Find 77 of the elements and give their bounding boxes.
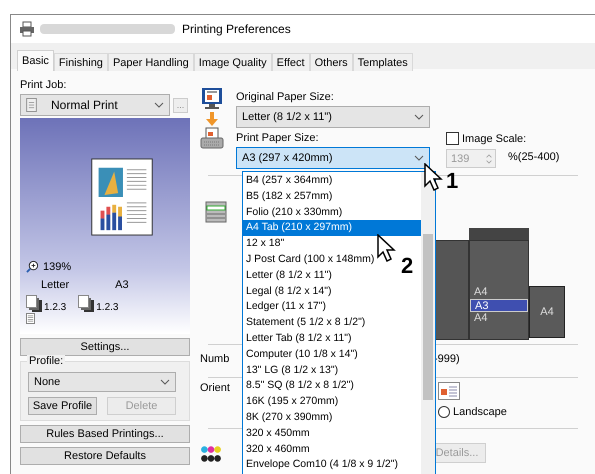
tab[interactable]: Effect [272,53,310,71]
tray-label[interactable]: A4 [470,312,528,325]
original-paper-size-label: Original Paper Size: [236,91,335,103]
scale-range-text: %(25-400) [508,150,560,162]
tray-label[interactable]: A3 [470,299,528,312]
chevron-icon [414,155,424,161]
callout-number: 1 [446,171,458,191]
page-stack-icon [78,295,96,313]
page-stack-icon [26,295,44,313]
print-job-select[interactable]: Normal Print [20,94,170,116]
dropdown-option[interactable]: 320 x 460mm [243,442,312,458]
dropdown-option[interactable]: J Post Card (100 x 148mm) [243,252,376,268]
monitor-icon [200,87,224,111]
dropdown-option[interactable]: 320 x 450mm [243,426,312,442]
document-icon [26,313,35,324]
dropdown-option[interactable]: Letter Tab (8 1/2 x 11") [243,330,354,347]
output-size-text: A3 [115,279,129,291]
dropdown-option[interactable]: Statement (5 1/2 x 8 1/2") [243,315,368,331]
profile-label: Profile: [27,355,66,367]
tab[interactable]: Paper Handling [108,53,194,71]
dropdown-option[interactable]: Legal (8 1/2 x 14") [243,284,334,300]
color-dots-icon [200,445,222,463]
dropdown-option[interactable]: A4 Tab (210 x 297mm) [243,220,421,236]
zoom-in-icon [26,260,39,273]
mouse-pointer-icon [377,234,397,262]
window-title: Printing Preferences [182,22,291,36]
dropdown-option[interactable]: 16K (195 x 270mm) [243,394,340,410]
print-paper-size-label: Print Paper Size: [236,132,320,144]
paper-tray-icon [204,200,228,224]
tray-label[interactable]: A4 [470,286,528,299]
collate-text: 1.2.3 [44,302,66,313]
dropdown-option[interactable]: Folio (210 x 330mm) [243,204,344,220]
dropdown-option[interactable]: 13" LG (8 1/2 x 13") [243,362,340,378]
rules-based-printings-button[interactable]: Rules Based Printings... [20,425,190,443]
dropdown-option[interactable]: Ledger (11 x 17") [243,299,328,316]
output-tray [469,228,529,240]
restore-defaults-button[interactable]: Restore Defaults [20,447,190,465]
dropdown-option[interactable]: B5 (182 x 257mm) [243,188,334,205]
image-scale-label: Image Scale: [462,132,526,144]
profile-select[interactable]: None [28,372,176,392]
copies-label: Numb [200,353,230,365]
dropdown-option[interactable]: 8K (270 x 390mm) [243,410,334,426]
dropdown-option[interactable]: Computer (10 1/8 x 14") [243,346,360,363]
tab[interactable]: Others [310,53,353,71]
callout-number: 2 [401,256,414,276]
copies-range-text: -999) [434,353,460,365]
dropdown-option[interactable]: B4 (257 x 364mm) [243,173,334,189]
chevron-icon [160,379,170,385]
checkbox[interactable] [446,132,459,145]
radio-button[interactable] [438,406,450,418]
original-paper-size-select[interactable]: Letter (8 1/2 x 11") [236,106,430,128]
original-size-text: Letter [41,279,70,291]
orientation-label: Orient [200,382,231,396]
arrow-down-icon [206,112,218,126]
printer-icon [200,127,224,151]
zoom-percent: 139% [43,260,72,272]
landscape-label: Landscape [453,406,507,418]
settings-button[interactable]: Settings... [20,338,190,356]
tab[interactable]: Finishing [54,53,108,71]
collate-text: 1.2.3 [96,302,118,313]
tab[interactable]: Basic [17,50,54,71]
chevron-icon [154,102,164,108]
dropdown-option[interactable]: 8.5" SQ (8 1/2 x 8 1/2") [243,378,356,394]
dropdown-option[interactable]: 12 x 18" [243,236,286,252]
document-icon [26,98,37,112]
scrollbar[interactable] [421,172,435,474]
save-profile-button[interactable]: Save Profile [28,397,97,415]
print-job-label: Print Job: [20,79,68,91]
tab[interactable]: Templates [352,53,413,71]
landscape-page-icon [438,382,460,400]
dropdown-option[interactable]: Envelope Com10 (4 1/8 x 9 1/2") [243,457,400,474]
dropdown-option[interactable]: Letter (8 1/2 x 11") [243,268,334,284]
printer-icon [19,21,35,37]
side-tray-label: A4 [540,306,554,318]
tab[interactable]: Image Quality [194,53,272,71]
print-paper-size-select[interactable]: A3 (297 x 420mm) [236,147,430,169]
chevron-icon [414,114,424,120]
